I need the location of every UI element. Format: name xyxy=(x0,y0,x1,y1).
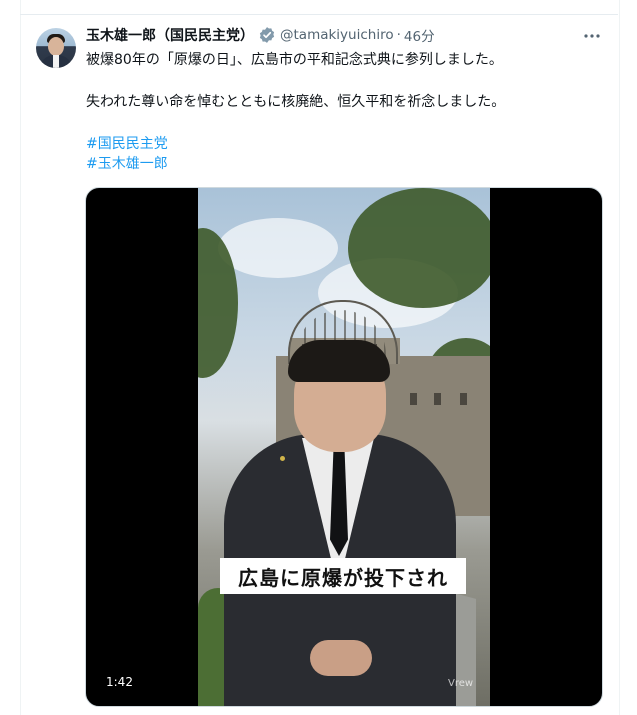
video-frame xyxy=(198,188,490,706)
post-text-line-1: 被爆80年の「原爆の日」、広島市の平和記念式典に参列しました。 xyxy=(86,52,503,68)
post-timestamp[interactable]: 46分 xyxy=(404,25,435,45)
hashtag-link[interactable]: #国民民主党 xyxy=(86,134,168,154)
author-display-name[interactable]: 玉木雄一郎（国民民主党） xyxy=(86,25,254,45)
post-header: 玉木雄一郎（国民民主党） @tamakiyuichiro · 46分 xyxy=(86,24,435,46)
hashtag-link[interactable]: #玉木雄一郎 xyxy=(86,154,168,174)
video-player[interactable]: 広島に原爆が投下され 1:42 Vrew xyxy=(85,187,603,707)
author-avatar[interactable] xyxy=(36,28,76,68)
verified-badge-icon xyxy=(258,26,276,44)
separator-dot: · xyxy=(396,27,401,43)
author-handle[interactable]: @tamakiyuichiro xyxy=(280,27,394,43)
video-duration: 1:42 xyxy=(100,672,139,692)
post-text: 被爆80年の「原爆の日」、広島市の平和記念式典に参列しました。 xyxy=(86,50,606,70)
video-watermark: Vrew xyxy=(448,678,474,689)
post-text-line-2: 失われた尊い命を悼むとともに核廃絶、恒久平和を祈念しました。 xyxy=(86,94,506,110)
divider xyxy=(20,14,618,15)
more-horizontal-icon[interactable] xyxy=(580,26,604,46)
video-caption-overlay: 広島に原爆が投下され xyxy=(220,558,466,594)
